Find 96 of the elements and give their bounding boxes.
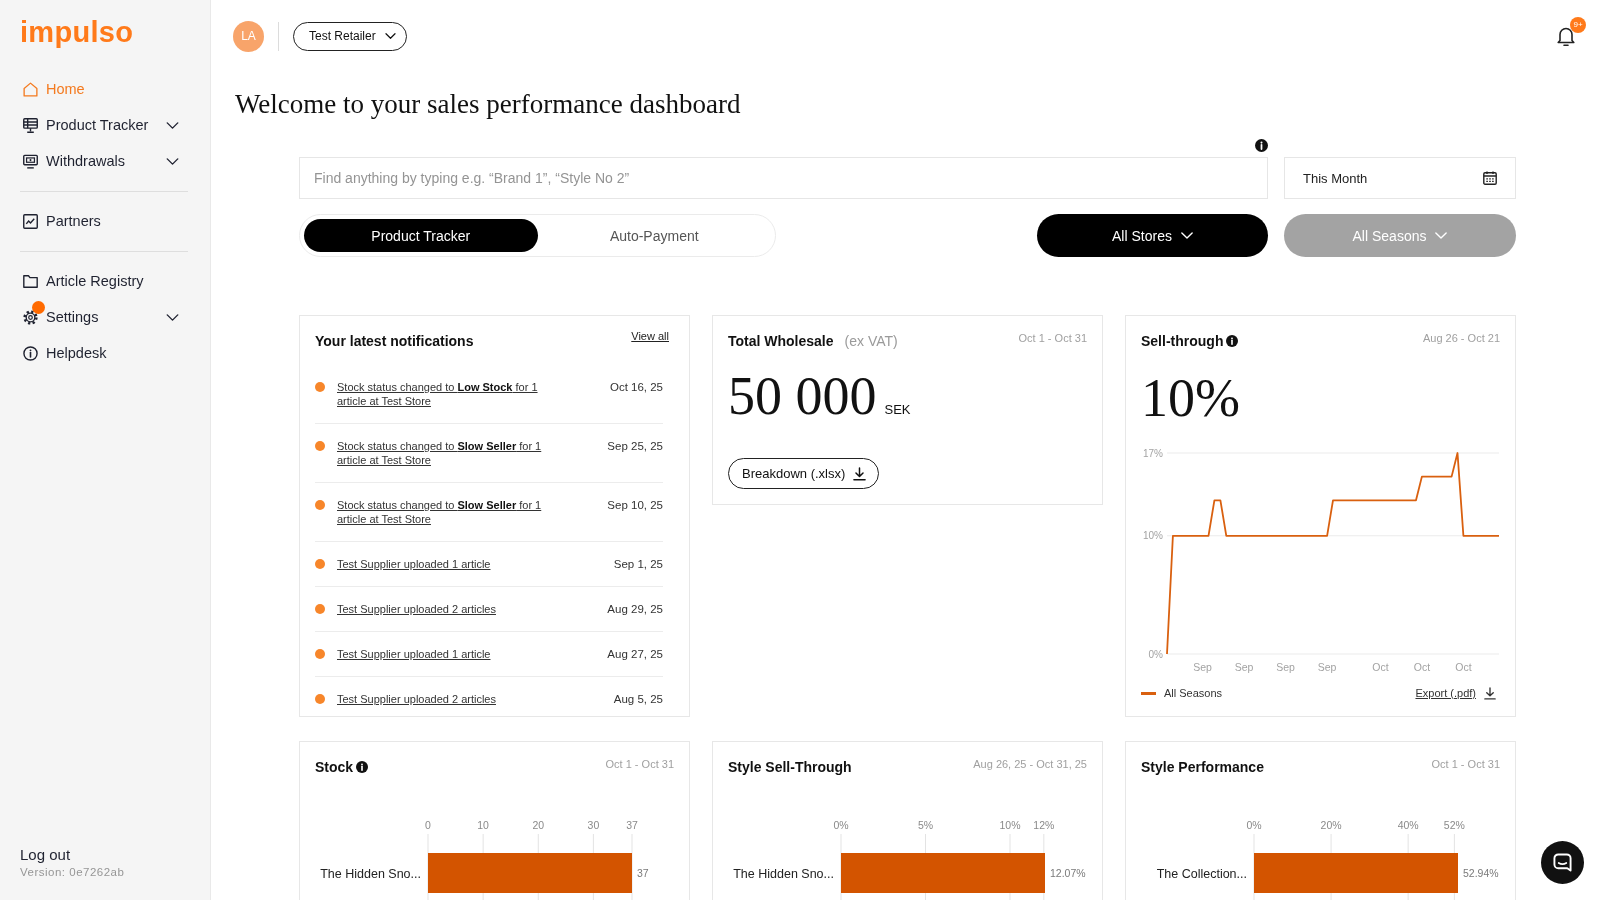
axis-label: Sep bbox=[1234, 661, 1254, 673]
date-range: Oct 1 - Oct 31 bbox=[1018, 331, 1087, 345]
legend-label: All Seasons bbox=[1164, 687, 1223, 699]
axis-label: 5% bbox=[917, 819, 934, 831]
page-title: Welcome to your sales performance dashboard bbox=[235, 88, 741, 121]
store-dropdown[interactable]: All Stores bbox=[1037, 214, 1268, 257]
axis-label: Sep bbox=[1317, 661, 1337, 673]
category-label: The Collection... bbox=[1156, 866, 1247, 881]
export-link[interactable]: Export (.pdf) bbox=[1415, 686, 1496, 700]
chevron-down-icon bbox=[1180, 232, 1193, 239]
card-title: Your latest notifications bbox=[315, 333, 474, 349]
metric-value: 10% bbox=[1141, 371, 1241, 425]
category-label: The Hidden Sno... bbox=[320, 866, 421, 881]
axis-label: 0% bbox=[1148, 648, 1163, 660]
logo: impulso bbox=[20, 17, 134, 47]
axis-label: 10% bbox=[1143, 530, 1163, 542]
house-icon bbox=[23, 81, 38, 97]
notification-date: Aug 27, 25 bbox=[607, 647, 663, 661]
logout-link[interactable]: Log out bbox=[20, 846, 71, 864]
value-label: 52.94% bbox=[1463, 867, 1499, 879]
info-icon bbox=[23, 345, 38, 361]
gear-icon bbox=[23, 309, 38, 325]
nav-item[interactable]: Helpdesk bbox=[20, 335, 188, 371]
axis-label: 10 bbox=[477, 819, 489, 831]
axis-label: 17% bbox=[1143, 447, 1163, 459]
notification-date: Sep 25, 25 bbox=[607, 439, 663, 453]
notification-date: Aug 5, 25 bbox=[613, 692, 663, 706]
axis-label: 0% bbox=[1246, 819, 1262, 831]
currency-unit: SEK bbox=[884, 402, 911, 417]
monitor-banknote-icon bbox=[23, 153, 38, 169]
download-icon bbox=[1484, 686, 1496, 700]
nav-item[interactable]: Article Registry bbox=[20, 263, 188, 299]
chevron-down-icon bbox=[1435, 232, 1448, 239]
card-title: Total Wholesale bbox=[728, 333, 834, 349]
notification-link[interactable]: Stock status changed to Slow Seller for 1 article at Test Store bbox=[337, 498, 555, 526]
notification-link[interactable]: Test Supplier uploaded 2 articles bbox=[337, 602, 555, 616]
bell-icon[interactable] bbox=[1557, 26, 1575, 46]
axis-label: 40% bbox=[1397, 819, 1419, 831]
download-button[interactable]: Breakdown (.xlsx) bbox=[728, 458, 880, 489]
notification-link[interactable]: Test Supplier uploaded 1 article bbox=[337, 557, 555, 571]
notification-count: 9+ bbox=[1570, 17, 1586, 33]
tab[interactable]: Product Tracker bbox=[304, 219, 538, 252]
date-field[interactable]: This Month bbox=[1284, 157, 1516, 199]
axis-label: Sep bbox=[1276, 661, 1295, 673]
notification-date: Oct 16, 25 bbox=[609, 380, 663, 394]
axis-label: 0 bbox=[425, 819, 431, 831]
calendar-icon bbox=[1483, 171, 1497, 185]
axis-label: 12% bbox=[1033, 819, 1055, 831]
nav-item[interactable]: Withdrawals bbox=[20, 143, 188, 179]
folder-icon bbox=[23, 274, 38, 288]
monitor-icon bbox=[23, 117, 38, 133]
category-label: The Hidden Sno... bbox=[733, 866, 834, 881]
nav-item[interactable]: Partners bbox=[20, 203, 188, 239]
notification-date: Sep 1, 25 bbox=[613, 557, 663, 571]
axis-label: Sep bbox=[1193, 661, 1212, 673]
date-range: Oct 1 - Oct 31 bbox=[1431, 757, 1500, 771]
card-title: Style Sell-Through bbox=[728, 759, 852, 775]
version-label: Version: 0e7262ab bbox=[20, 865, 125, 880]
axis-label: 20 bbox=[532, 819, 545, 831]
axis-label: 10% bbox=[999, 819, 1021, 831]
axis-label: Oct bbox=[1455, 661, 1472, 673]
notification-link[interactable]: Test Supplier uploaded 2 articles bbox=[337, 692, 555, 706]
search-field[interactable]: Find anything by typing e.g. “Brand 1”, “Style No 2” bbox=[299, 157, 1268, 199]
card-title: Stock bbox=[315, 759, 354, 775]
axis-label: Oct bbox=[1372, 661, 1389, 673]
chat-button[interactable] bbox=[1541, 841, 1584, 884]
account-dropdown[interactable]: Test Retailer bbox=[293, 21, 407, 51]
chart-icon bbox=[23, 213, 38, 229]
nav-item[interactable]: Product Tracker bbox=[20, 107, 188, 143]
notification-date: Sep 10, 25 bbox=[607, 498, 663, 512]
tab[interactable]: Auto-Payment bbox=[537, 219, 771, 252]
notification-date: Aug 29, 25 bbox=[607, 602, 663, 616]
download-icon bbox=[853, 466, 867, 481]
axis-label: 0% bbox=[833, 819, 849, 831]
card-title: Style Performance bbox=[1141, 759, 1264, 775]
nav-item[interactable]: Settings bbox=[20, 299, 188, 335]
chevron-down-icon bbox=[384, 33, 396, 39]
card-title: Sell-through bbox=[1141, 333, 1224, 349]
axis-label: 37 bbox=[626, 819, 638, 831]
card-subtitle: (ex VAT) bbox=[844, 333, 898, 349]
date-range: Oct 1 - Oct 31 bbox=[605, 757, 674, 771]
notification-link[interactable]: Stock status changed to Slow Seller for 1 article at Test Store bbox=[337, 439, 555, 467]
axis-label: Oct bbox=[1413, 661, 1431, 673]
date-range: Aug 26, 25 - Oct 31, 25 bbox=[973, 757, 1087, 771]
axis-label: 30 bbox=[587, 819, 600, 831]
metric-value: 50 000 bbox=[728, 369, 877, 423]
notification-link[interactable]: Stock status changed to Low Stock for 1 article at Test Store bbox=[337, 380, 555, 408]
axis-label: 20% bbox=[1320, 819, 1342, 831]
date-range: Aug 26 - Oct 21 bbox=[1422, 331, 1500, 345]
notification-link[interactable]: Test Supplier uploaded 1 article bbox=[337, 647, 555, 661]
value-label: 12.07% bbox=[1050, 867, 1086, 879]
axis-label: 52% bbox=[1443, 819, 1465, 831]
value-label: 37 bbox=[637, 867, 649, 879]
info-icon bbox=[1255, 139, 1268, 152]
chat-icon bbox=[1553, 853, 1572, 872]
view-all-link[interactable]: View all bbox=[631, 329, 669, 343]
